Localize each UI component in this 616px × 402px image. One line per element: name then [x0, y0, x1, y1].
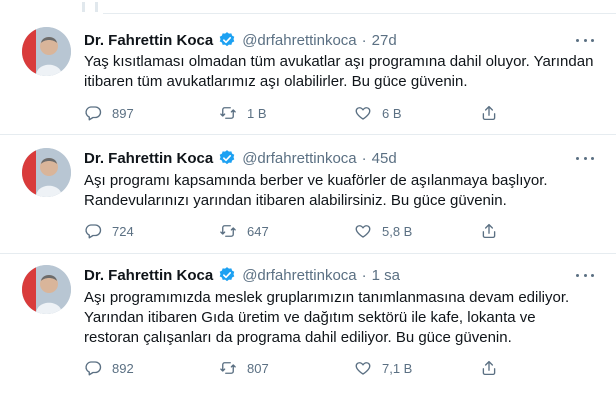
- timestamp[interactable]: 27d: [372, 32, 397, 49]
- like-count: 6 B: [382, 105, 402, 121]
- reply-button[interactable]: 892: [84, 358, 134, 378]
- avatar[interactable]: [22, 27, 71, 76]
- share-button[interactable]: [480, 358, 498, 378]
- tweet-header: Dr. Fahrettin Koca @drfahrettinkoca · 27…: [84, 30, 397, 50]
- timestamp[interactable]: 1 sa: [372, 267, 400, 284]
- retweet-button[interactable]: 647: [219, 221, 269, 241]
- retweet-count: 807: [247, 360, 269, 376]
- speech-bubble-icon: [85, 106, 102, 121]
- avatar[interactable]: [22, 265, 71, 314]
- reply-count: 897: [112, 105, 134, 121]
- share-icon: [482, 223, 496, 239]
- tweet-text-line: restoran çalışanları da programa dahil e…: [84, 329, 512, 346]
- author-name[interactable]: Dr. Fahrettin Koca: [84, 32, 213, 49]
- heart-icon: [355, 107, 371, 120]
- like-count: 7,1 B: [382, 360, 413, 376]
- tweet-text: Aşı programımızda meslek gruplarımızın t…: [84, 288, 594, 348]
- tweet-text-line: Yarından itibaren Gıda üretim ve dağıtım…: [84, 309, 536, 326]
- timestamp[interactable]: 45d: [372, 150, 397, 167]
- retweet-count: 1 B: [247, 105, 267, 121]
- like-button[interactable]: 7,1 B: [354, 358, 412, 378]
- share-button[interactable]: [480, 103, 498, 123]
- reply-button[interactable]: 897: [84, 103, 134, 123]
- more-dots-icon[interactable]: [576, 266, 594, 284]
- tweet-card[interactable]: Dr. Fahrettin Koca @drfahrettinkoca · 1 …: [0, 255, 616, 402]
- speech-bubble-icon: [85, 224, 102, 239]
- tweet-text-line: itibaren tüm avukatlarımız aşı olabilirl…: [84, 73, 468, 90]
- retweet-icon: [220, 107, 236, 119]
- more-dots-icon[interactable]: [576, 31, 594, 49]
- share-button[interactable]: [480, 221, 498, 241]
- reply-count: 724: [112, 223, 134, 239]
- separator-dot: ·: [361, 266, 367, 284]
- tweet-text: Aşı programı kapsamında berber ve kuaför…: [84, 171, 594, 211]
- speech-bubble-icon: [85, 361, 102, 376]
- reply-button[interactable]: 724: [84, 221, 134, 241]
- author-handle[interactable]: @drfahrettinkoca: [242, 150, 356, 167]
- retweet-icon: [220, 362, 236, 374]
- tweet-text: Yaş kısıtlaması olmadan tüm avukatlar aş…: [84, 52, 594, 92]
- heart-icon: [355, 362, 371, 375]
- share-icon: [482, 105, 496, 121]
- retweet-icon: [220, 225, 236, 237]
- share-icon: [482, 360, 496, 376]
- separator-dot: ·: [361, 149, 367, 167]
- verified-badge-icon: [219, 267, 235, 282]
- tweet-header: Dr. Fahrettin Koca @drfahrettinkoca · 1 …: [84, 265, 400, 285]
- like-button[interactable]: 6 B: [354, 103, 402, 123]
- tweet-text-line: Aşı programımızda meslek gruplarımızın t…: [84, 289, 570, 306]
- tweet-card[interactable]: Dr. Fahrettin Koca @drfahrettinkoca · 45…: [0, 136, 616, 254]
- reply-count: 892: [112, 360, 134, 376]
- previous-tweet-actions-strip: [0, 0, 616, 14]
- tweet-actions: 892 807 7,1 B: [84, 358, 496, 378]
- tweet-text-line: Randevularınızı yarından itibaren alabil…: [84, 192, 507, 209]
- author-handle[interactable]: @drfahrettinkoca: [242, 267, 356, 284]
- truncated-action-bar: [0, 0, 103, 14]
- timeline: Dr. Fahrettin Koca @drfahrettinkoca · 27…: [0, 0, 616, 402]
- author-name[interactable]: Dr. Fahrettin Koca: [84, 150, 213, 167]
- tweet-text-line: Yaş kısıtlaması olmadan tüm avukatlar aş…: [84, 53, 594, 70]
- like-count: 5,8 B: [382, 223, 413, 239]
- author-handle[interactable]: @drfahrettinkoca: [242, 32, 356, 49]
- tweet-actions: 897 1 B 6 B: [84, 103, 496, 123]
- tweet-card[interactable]: Dr. Fahrettin Koca @drfahrettinkoca · 27…: [0, 15, 616, 135]
- tweet-actions: 724 647 5,8 B: [84, 221, 496, 241]
- author-name[interactable]: Dr. Fahrettin Koca: [84, 267, 213, 284]
- tweet-text-line: Aşı programı kapsamında berber ve kuaför…: [84, 172, 548, 189]
- retweet-button[interactable]: 807: [219, 358, 269, 378]
- like-button[interactable]: 5,8 B: [354, 221, 412, 241]
- verified-badge-icon: [219, 32, 235, 47]
- avatar[interactable]: [22, 148, 71, 197]
- retweet-count: 647: [247, 223, 269, 239]
- separator-dot: ·: [361, 31, 367, 49]
- verified-badge-icon: [219, 150, 235, 165]
- retweet-button[interactable]: 1 B: [219, 103, 267, 123]
- heart-icon: [355, 225, 371, 238]
- tweet-header: Dr. Fahrettin Koca @drfahrettinkoca · 45…: [84, 148, 397, 168]
- more-dots-icon[interactable]: [576, 149, 594, 167]
